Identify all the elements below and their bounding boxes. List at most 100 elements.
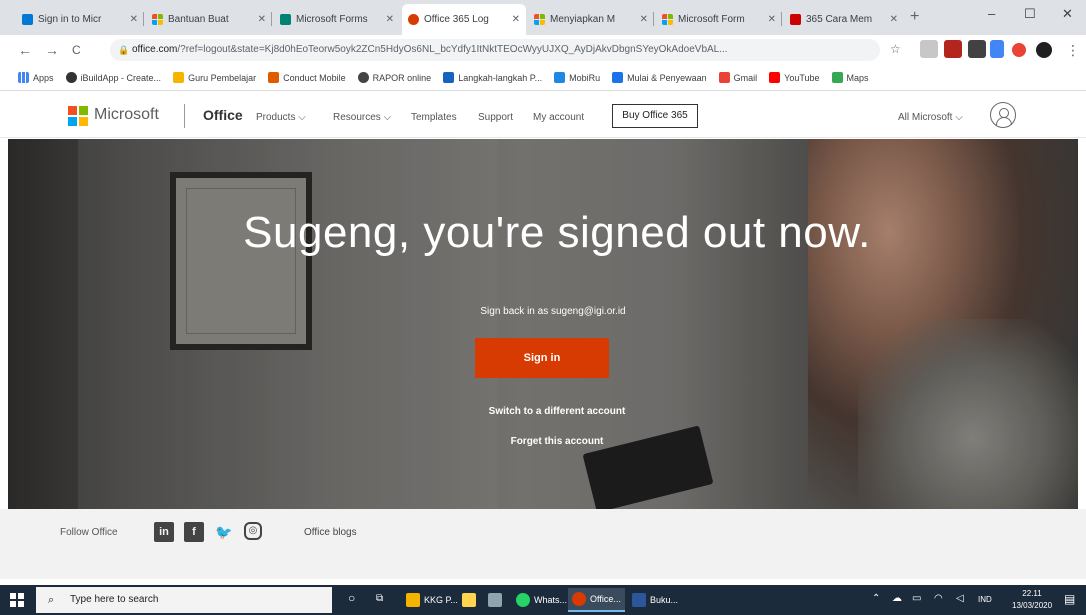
- search-icon: ⌕: [48, 594, 55, 606]
- forget-account-link[interactable]: Forget this account: [8, 436, 1078, 447]
- instagram-icon[interactable]: ◎: [244, 522, 262, 540]
- facebook-icon[interactable]: f: [184, 522, 204, 542]
- taskbar-app[interactable]: Whats...: [512, 588, 571, 612]
- windows-start-icon[interactable]: [10, 593, 24, 607]
- extension-icon[interactable]: [944, 40, 962, 58]
- tray-battery-icon[interactable]: ▭: [912, 593, 921, 604]
- bookmark-item[interactable]: Conduct Mobile: [268, 72, 346, 83]
- bookmark-item[interactable]: Mulai & Penyewaan: [612, 72, 707, 83]
- browser-tab-active[interactable]: Office 365 Log ✕: [402, 4, 526, 35]
- browser-tab[interactable]: Microsoft Forms ✕: [274, 6, 400, 32]
- taskbar-app[interactable]: KKG P...: [402, 588, 462, 612]
- forward-button[interactable]: →: [45, 42, 59, 58]
- tab-favicon-icon: [22, 13, 33, 25]
- nav-my-account[interactable]: My account: [533, 112, 584, 123]
- tab-close-icon[interactable]: ✕: [386, 14, 394, 25]
- all-microsoft-menu[interactable]: All Microsoft ⌵: [898, 112, 963, 123]
- tray-chevron-icon[interactable]: ⌃: [872, 593, 880, 604]
- browser-tab[interactable]: Microsoft Form ✕: [656, 6, 782, 32]
- tray-volume-icon[interactable]: ◁: [956, 593, 964, 604]
- menu-kebab-icon[interactable]: ⋮: [1066, 42, 1080, 59]
- twitter-icon[interactable]: 🐦: [214, 522, 234, 542]
- taskbar-search-box[interactable]: ⌕ Type here to search: [36, 587, 332, 613]
- browser-tab[interactable]: Menyiapkan M ✕: [528, 6, 654, 32]
- bookmark-item[interactable]: RAPOR online: [357, 72, 431, 83]
- office-blogs-link[interactable]: Office blogs: [304, 527, 357, 538]
- maps-icon: [831, 72, 843, 83]
- tab-title: Sign in to Micr: [38, 13, 102, 25]
- microsoft-favicon-icon: [152, 13, 163, 25]
- tab-title: 365 Cara Mem: [806, 13, 873, 25]
- extension-icon[interactable]: [1012, 43, 1026, 57]
- bookmark-favicon-icon: [357, 72, 369, 83]
- minimize-button[interactable]: –: [988, 6, 995, 21]
- tray-wifi-icon[interactable]: ◠: [934, 593, 943, 604]
- notification-icon[interactable]: ▤: [1064, 592, 1075, 606]
- task-view-icon[interactable]: ⧉: [376, 593, 383, 604]
- taskbar-app[interactable]: [484, 588, 510, 612]
- new-tab-button[interactable]: +: [910, 8, 919, 26]
- brand-name[interactable]: Microsoft: [94, 106, 159, 124]
- nav-support[interactable]: Support: [478, 112, 513, 123]
- product-name[interactable]: Office: [203, 107, 243, 123]
- sign-in-button[interactable]: Sign in: [475, 338, 609, 378]
- tab-close-icon[interactable]: ✕: [640, 14, 648, 25]
- nav-resources[interactable]: Resources ⌵: [333, 112, 391, 123]
- browser-tab[interactable]: 365 Cara Mem ✕: [784, 6, 904, 32]
- cortana-icon[interactable]: ○: [348, 591, 355, 605]
- tab-title: Menyiapkan M: [550, 13, 616, 25]
- tab-favicon-icon: [280, 13, 291, 25]
- reload-button[interactable]: C: [72, 43, 81, 57]
- switch-account-link[interactable]: Switch to a different account: [8, 406, 1078, 417]
- account-user-icon[interactable]: [990, 102, 1016, 128]
- taskbar-app[interactable]: [458, 588, 484, 612]
- bookmark-item[interactable]: Guru Pembelajar: [173, 72, 256, 83]
- clock-time: 22.11: [1022, 589, 1042, 598]
- address-bar[interactable]: 🔒 office.com/?ref=logout&state=Kj8d0hEoT…: [110, 39, 880, 61]
- youtube-icon: [769, 72, 781, 83]
- tab-close-icon[interactable]: ✕: [258, 14, 266, 25]
- taskbar-app-active[interactable]: Office...: [568, 588, 625, 612]
- browser-tab[interactable]: Sign in to Micr ✕: [16, 6, 144, 32]
- extension-icon[interactable]: [920, 40, 938, 58]
- bookmark-item[interactable]: iBuildApp - Create...: [65, 72, 161, 83]
- extension-icon[interactable]: [990, 40, 1004, 58]
- header-divider: [184, 104, 185, 128]
- browser-tab[interactable]: Bantuan Buat ✕: [146, 6, 272, 32]
- bookmark-apps[interactable]: Apps: [18, 72, 54, 83]
- nav-products[interactable]: Products ⌵: [256, 112, 306, 123]
- buy-office-button[interactable]: Buy Office 365: [612, 104, 698, 128]
- tab-close-icon[interactable]: ✕: [890, 14, 898, 25]
- browser-tab-strip: Sign in to Micr ✕ Bantuan Buat ✕ Microso…: [0, 0, 1086, 35]
- taskbar-clock[interactable]: 22.11 13/03/2020: [1012, 588, 1052, 612]
- tab-title: Office 365 Log: [424, 14, 489, 25]
- tab-title: Bantuan Buat: [168, 13, 229, 25]
- microsoft-favicon-icon: [662, 13, 673, 25]
- youtube-favicon-icon: [790, 13, 801, 25]
- linkedin-icon[interactable]: in: [154, 522, 174, 542]
- taskbar-app[interactable]: Buku...: [628, 588, 682, 612]
- bookmark-maps[interactable]: Maps: [831, 72, 869, 83]
- tray-network-icon[interactable]: ☁: [892, 593, 902, 604]
- bookmark-favicon-icon: [268, 72, 280, 83]
- lock-icon: 🔒: [118, 45, 130, 55]
- sign-back-in-text: Sign back in as sugeng@igi.or.id: [480, 306, 626, 317]
- nav-templates[interactable]: Templates: [411, 112, 457, 123]
- site-footer: Follow Office in f 🐦 ◎ Office blogs: [0, 509, 1086, 579]
- profile-avatar[interactable]: [1036, 42, 1052, 58]
- tray-language[interactable]: IND: [978, 595, 992, 604]
- tab-close-icon[interactable]: ✕: [512, 14, 520, 25]
- bookmark-youtube[interactable]: YouTube: [769, 72, 820, 83]
- bookmark-item[interactable]: Langkah-langkah P...: [443, 72, 542, 83]
- tab-close-icon[interactable]: ✕: [130, 14, 138, 25]
- back-button[interactable]: ←: [18, 42, 32, 58]
- bookmark-star-icon[interactable]: ☆: [890, 42, 901, 56]
- bookmark-item[interactable]: MobiRu: [554, 72, 600, 83]
- bookmark-gmail[interactable]: Gmail: [718, 72, 757, 83]
- office-favicon-icon: [408, 14, 419, 25]
- extension-icon[interactable]: [968, 40, 986, 58]
- close-window-button[interactable]: ✕: [1062, 6, 1073, 22]
- microsoft-logo-icon[interactable]: [68, 106, 88, 126]
- tab-close-icon[interactable]: ✕: [768, 14, 776, 25]
- maximize-button[interactable]: ☐: [1024, 6, 1036, 22]
